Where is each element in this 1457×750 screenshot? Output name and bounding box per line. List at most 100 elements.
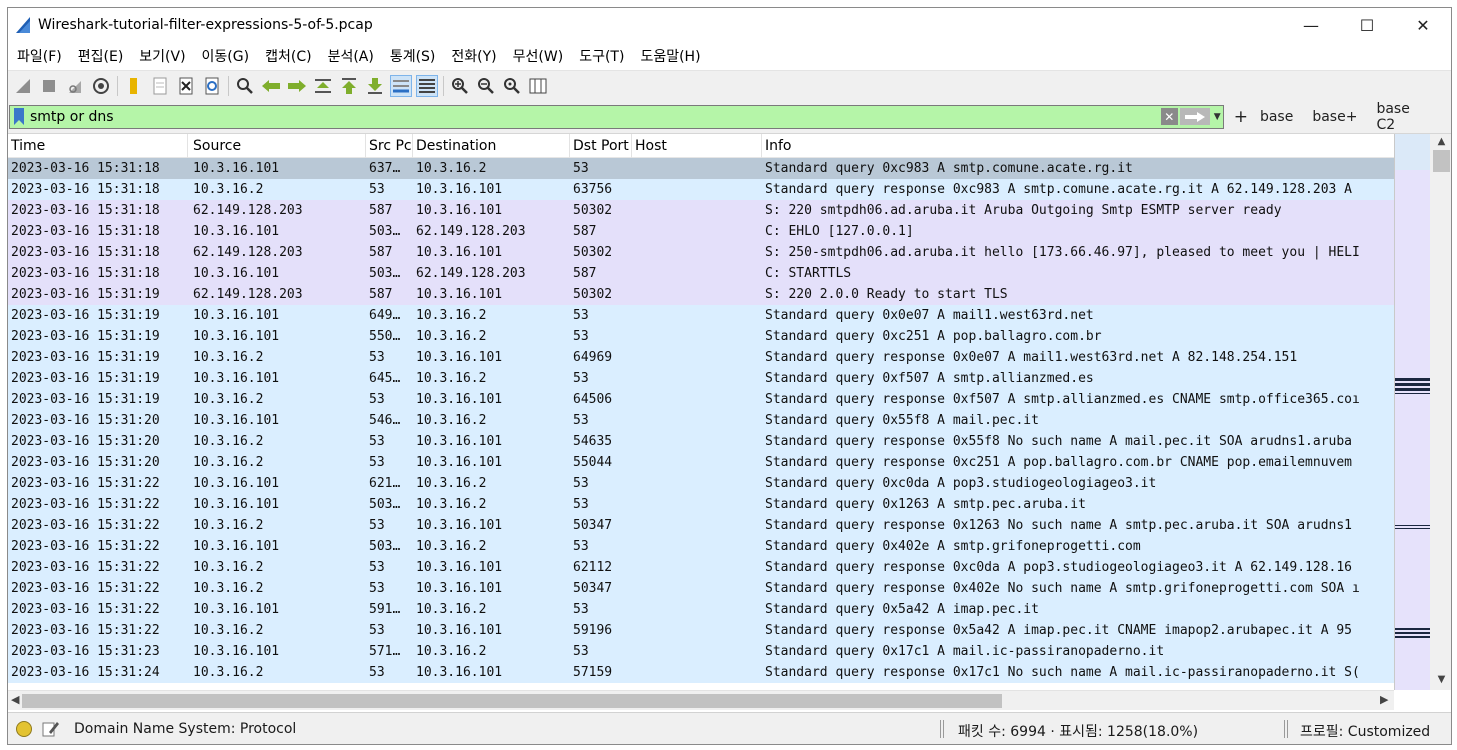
restart-capture-icon[interactable] — [64, 75, 86, 97]
column-header-info[interactable]: Info — [762, 134, 1394, 158]
filter-history-dropdown-icon[interactable]: ▼ — [1214, 112, 1221, 122]
packet-row[interactable]: 2023-03-16 15:31:22 10.3.16.101 503… 10.3.1… — [8, 536, 1394, 557]
colorize-icon[interactable] — [416, 74, 438, 97]
menu-capture[interactable]: 캡처(C) — [257, 46, 319, 66]
packet-row[interactable]: 2023-03-16 15:31:18 10.3.16.101 637… 10.3.1… — [8, 158, 1394, 179]
zoom-normal-icon[interactable] — [501, 75, 523, 97]
status-profile[interactable]: 프로필: Customized — [1300, 721, 1430, 741]
zoom-out-icon[interactable] — [475, 75, 497, 97]
cell-time: 2023-03-16 15:31:24 — [11, 665, 160, 680]
packet-row[interactable]: 2023-03-16 15:31:19 10.3.16.2 53 10.3.16.10… — [8, 389, 1394, 410]
scroll-down-icon[interactable]: ▼ — [1430, 674, 1451, 688]
packet-row[interactable]: 2023-03-16 15:31:19 10.3.16.2 53 10.3.16.10… — [8, 347, 1394, 368]
cell-src-port: 53 — [369, 623, 385, 638]
open-file-icon[interactable] — [123, 75, 145, 97]
save-file-icon[interactable] — [149, 75, 171, 97]
column-header-time[interactable]: Time — [8, 134, 188, 158]
menu-edit[interactable]: 편집(E) — [70, 46, 132, 66]
packet-minimap[interactable] — [1394, 134, 1431, 690]
go-first-icon[interactable] — [338, 75, 360, 97]
menu-go[interactable]: 이동(G) — [194, 46, 258, 66]
packet-row[interactable]: 2023-03-16 15:31:20 10.3.16.2 53 10.3.16.10… — [8, 431, 1394, 452]
cell-destination: 10.3.16.2 — [416, 329, 487, 344]
packet-row[interactable]: 2023-03-16 15:31:19 62.149.128.203 587 10.3… — [8, 284, 1394, 305]
packet-row[interactable]: 2023-03-16 15:31:19 10.3.16.101 649… 10.3.1… — [8, 305, 1394, 326]
cell-source: 10.3.16.101 — [193, 224, 280, 239]
reload-file-icon[interactable] — [201, 75, 223, 97]
column-header-destination[interactable]: Destination — [413, 134, 570, 158]
column-header-host[interactable]: Host — [632, 134, 762, 158]
packet-row[interactable]: 2023-03-16 15:31:22 10.3.16.2 53 10.3.16.10… — [8, 620, 1394, 641]
close-file-icon[interactable] — [175, 75, 197, 97]
packet-row[interactable]: 2023-03-16 15:31:18 62.149.128.203 587 10.3… — [8, 242, 1394, 263]
expert-info-icon[interactable] — [16, 720, 32, 737]
cell-src-port: 53 — [369, 350, 385, 365]
maximize-button[interactable]: ☐ — [1339, 8, 1395, 42]
menu-telephony[interactable]: 전화(Y) — [443, 46, 504, 66]
packet-row[interactable]: 2023-03-16 15:31:22 10.3.16.2 53 10.3.16.10… — [8, 578, 1394, 599]
packet-row[interactable]: 2023-03-16 15:31:20 10.3.16.101 546… 10.3.1… — [8, 410, 1394, 431]
filter-bookmark-icon[interactable] — [14, 108, 24, 125]
menu-wireless[interactable]: 무선(W) — [505, 46, 572, 66]
horizontal-scroll-thumb[interactable] — [22, 694, 1002, 708]
go-last-icon[interactable] — [364, 75, 386, 97]
cell-dst-port: 53 — [573, 644, 589, 659]
horizontal-scrollbar[interactable]: ◀ ▶ — [8, 690, 1394, 710]
filter-button-base[interactable]: base — [1260, 109, 1293, 125]
packet-row[interactable]: 2023-03-16 15:31:18 10.3.16.101 503… 62.149… — [8, 221, 1394, 242]
cell-destination: 10.3.16.101 — [416, 665, 503, 680]
menu-help[interactable]: 도움말(H) — [632, 46, 708, 66]
packet-row[interactable]: 2023-03-16 15:31:18 10.3.16.101 503… 62.149… — [8, 263, 1394, 284]
close-button[interactable]: ✕ — [1395, 8, 1451, 42]
scroll-up-icon[interactable]: ▲ — [1430, 136, 1451, 150]
packet-row[interactable]: 2023-03-16 15:31:22 10.3.16.101 621… 10.3.1… — [8, 473, 1394, 494]
column-header-dst-port[interactable]: Dst Port — [570, 134, 632, 158]
vertical-scroll-thumb[interactable] — [1433, 150, 1450, 172]
menu-statistics[interactable]: 통계(S) — [382, 46, 444, 66]
menu-file[interactable]: 파일(F) — [9, 46, 70, 66]
add-filter-button[interactable]: + — [1234, 107, 1248, 127]
cell-source: 10.3.16.101 — [193, 161, 280, 176]
cell-time: 2023-03-16 15:31:19 — [11, 371, 160, 386]
find-packet-icon[interactable] — [234, 75, 256, 97]
capture-comment-icon[interactable] — [42, 720, 60, 738]
minimize-button[interactable]: — — [1283, 8, 1339, 42]
start-capture-icon[interactable] — [12, 75, 34, 97]
resize-columns-icon[interactable] — [527, 75, 549, 97]
filter-button-base-c2[interactable]: base C2 — [1376, 101, 1432, 133]
packet-row[interactable]: 2023-03-16 15:31:19 10.3.16.101 645… 10.3.1… — [8, 368, 1394, 389]
filter-button-base-plus[interactable]: base+ — [1312, 109, 1357, 125]
menu-tools[interactable]: 도구(T) — [571, 46, 632, 66]
packet-row[interactable]: 2023-03-16 15:31:18 62.149.128.203 587 10.3… — [8, 200, 1394, 221]
packet-row[interactable]: 2023-03-16 15:31:20 10.3.16.2 53 10.3.16.10… — [8, 452, 1394, 473]
menu-analyze[interactable]: 분석(A) — [320, 46, 382, 66]
capture-options-icon[interactable] — [90, 75, 112, 97]
go-back-icon[interactable] — [260, 75, 282, 97]
packet-row[interactable]: 2023-03-16 15:31:22 10.3.16.101 503… 10.3.1… — [8, 494, 1394, 515]
packet-row[interactable]: 2023-03-16 15:31:24 10.3.16.2 53 10.3.16.10… — [8, 662, 1394, 683]
clear-filter-icon[interactable]: ✕ — [1160, 108, 1178, 125]
autoscroll-icon[interactable] — [390, 74, 412, 97]
scroll-left-icon[interactable]: ◀ — [11, 693, 19, 706]
go-to-packet-icon[interactable] — [312, 75, 334, 97]
packet-row[interactable]: 2023-03-16 15:31:22 10.3.16.2 53 10.3.16.10… — [8, 515, 1394, 536]
packet-row[interactable]: 2023-03-16 15:31:22 10.3.16.101 591… 10.3.1… — [8, 599, 1394, 620]
packet-row[interactable]: 2023-03-16 15:31:22 10.3.16.2 53 10.3.16.10… — [8, 557, 1394, 578]
go-forward-icon[interactable] — [286, 75, 308, 97]
stop-capture-icon[interactable] — [38, 75, 60, 97]
packet-row[interactable]: 2023-03-16 15:31:18 10.3.16.2 53 10.3.16.10… — [8, 179, 1394, 200]
display-filter-input[interactable] — [30, 106, 1160, 127]
display-filter-bar: ✕ ▼ + base base+ base C2 — [8, 100, 1451, 134]
scroll-right-icon[interactable]: ▶ — [1380, 693, 1388, 706]
column-header-src-port[interactable]: Src Pc — [366, 134, 413, 158]
column-header-source[interactable]: Source — [190, 134, 366, 158]
menu-view[interactable]: 보기(V) — [131, 46, 193, 66]
cell-time: 2023-03-16 15:31:18 — [11, 245, 160, 260]
wireshark-fin-icon — [16, 17, 30, 33]
cell-info: Standard query response 0xc983 A smtp.co… — [765, 182, 1352, 197]
packet-row[interactable]: 2023-03-16 15:31:23 10.3.16.101 571… 10.3.1… — [8, 641, 1394, 662]
packet-row[interactable]: 2023-03-16 15:31:19 10.3.16.101 550… 10.3.1… — [8, 326, 1394, 347]
vertical-scrollbar[interactable]: ▲ ▼ — [1430, 134, 1451, 690]
apply-filter-icon[interactable] — [1179, 108, 1210, 125]
zoom-in-icon[interactable] — [449, 75, 471, 97]
